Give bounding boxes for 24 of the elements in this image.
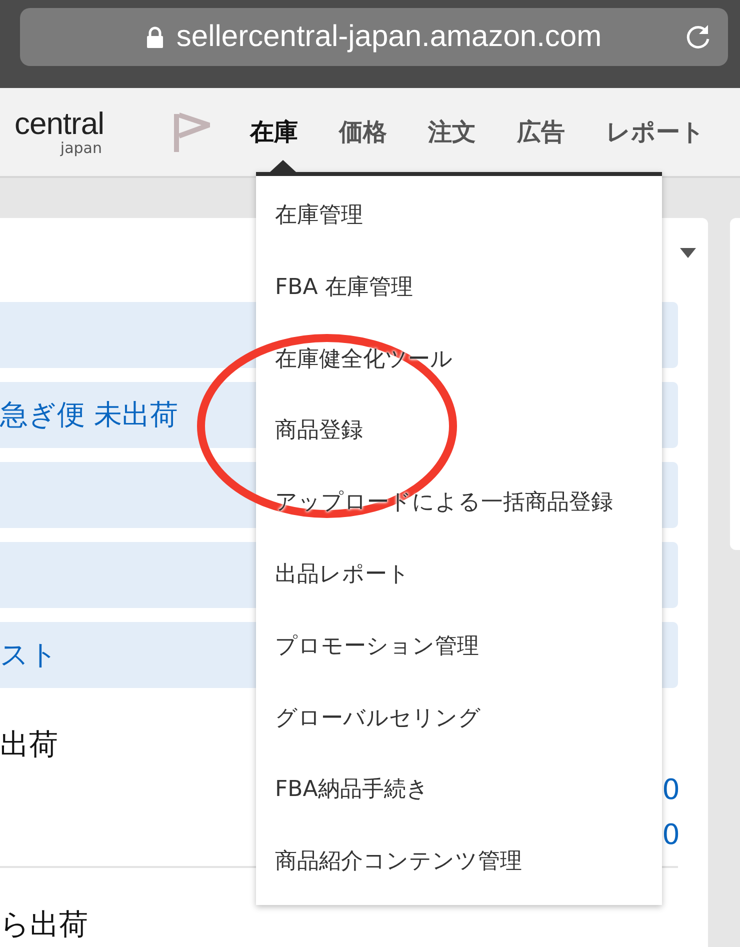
nav-tab[interactable]: 広告 bbox=[517, 116, 565, 148]
nav-tab[interactable]: 注文 bbox=[428, 116, 476, 148]
menu-item[interactable]: 商品登録 bbox=[256, 395, 662, 468]
menu-item[interactable]: 出品レポート bbox=[256, 538, 662, 611]
section-heading: ら出荷 bbox=[0, 906, 89, 942]
nav-tab[interactable]: 価格 bbox=[339, 116, 387, 148]
count-link[interactable]: 0 bbox=[662, 818, 680, 852]
menu-item[interactable]: グローバルセリング bbox=[256, 682, 662, 754]
menu-item[interactable]: 在庫管理 bbox=[256, 180, 662, 252]
menu-item[interactable]: プロモーション管理 bbox=[256, 610, 662, 683]
caret-icon[interactable] bbox=[680, 248, 696, 258]
lock-icon bbox=[146, 26, 164, 48]
logo-subtitle: japan bbox=[60, 140, 102, 156]
address-bar[interactable]: sellercentral-japan.amazon.com bbox=[20, 8, 728, 66]
menu-item[interactable]: 商品紹介コンテンツ管理 bbox=[256, 826, 662, 898]
nav-tab[interactable]: 在庫 bbox=[250, 116, 298, 148]
logo-text: central bbox=[14, 108, 104, 140]
section-heading: 出荷 bbox=[0, 726, 59, 762]
url-text: sellercentral-japan.amazon.com bbox=[176, 20, 602, 54]
count-link[interactable]: 0 bbox=[662, 773, 680, 807]
menu-item[interactable]: FBA 在庫管理 bbox=[256, 252, 662, 324]
menu-item[interactable]: FBA納品手続き bbox=[256, 754, 662, 826]
reload-icon[interactable] bbox=[684, 23, 712, 51]
nav-tab[interactable]: レポート bbox=[606, 116, 705, 148]
